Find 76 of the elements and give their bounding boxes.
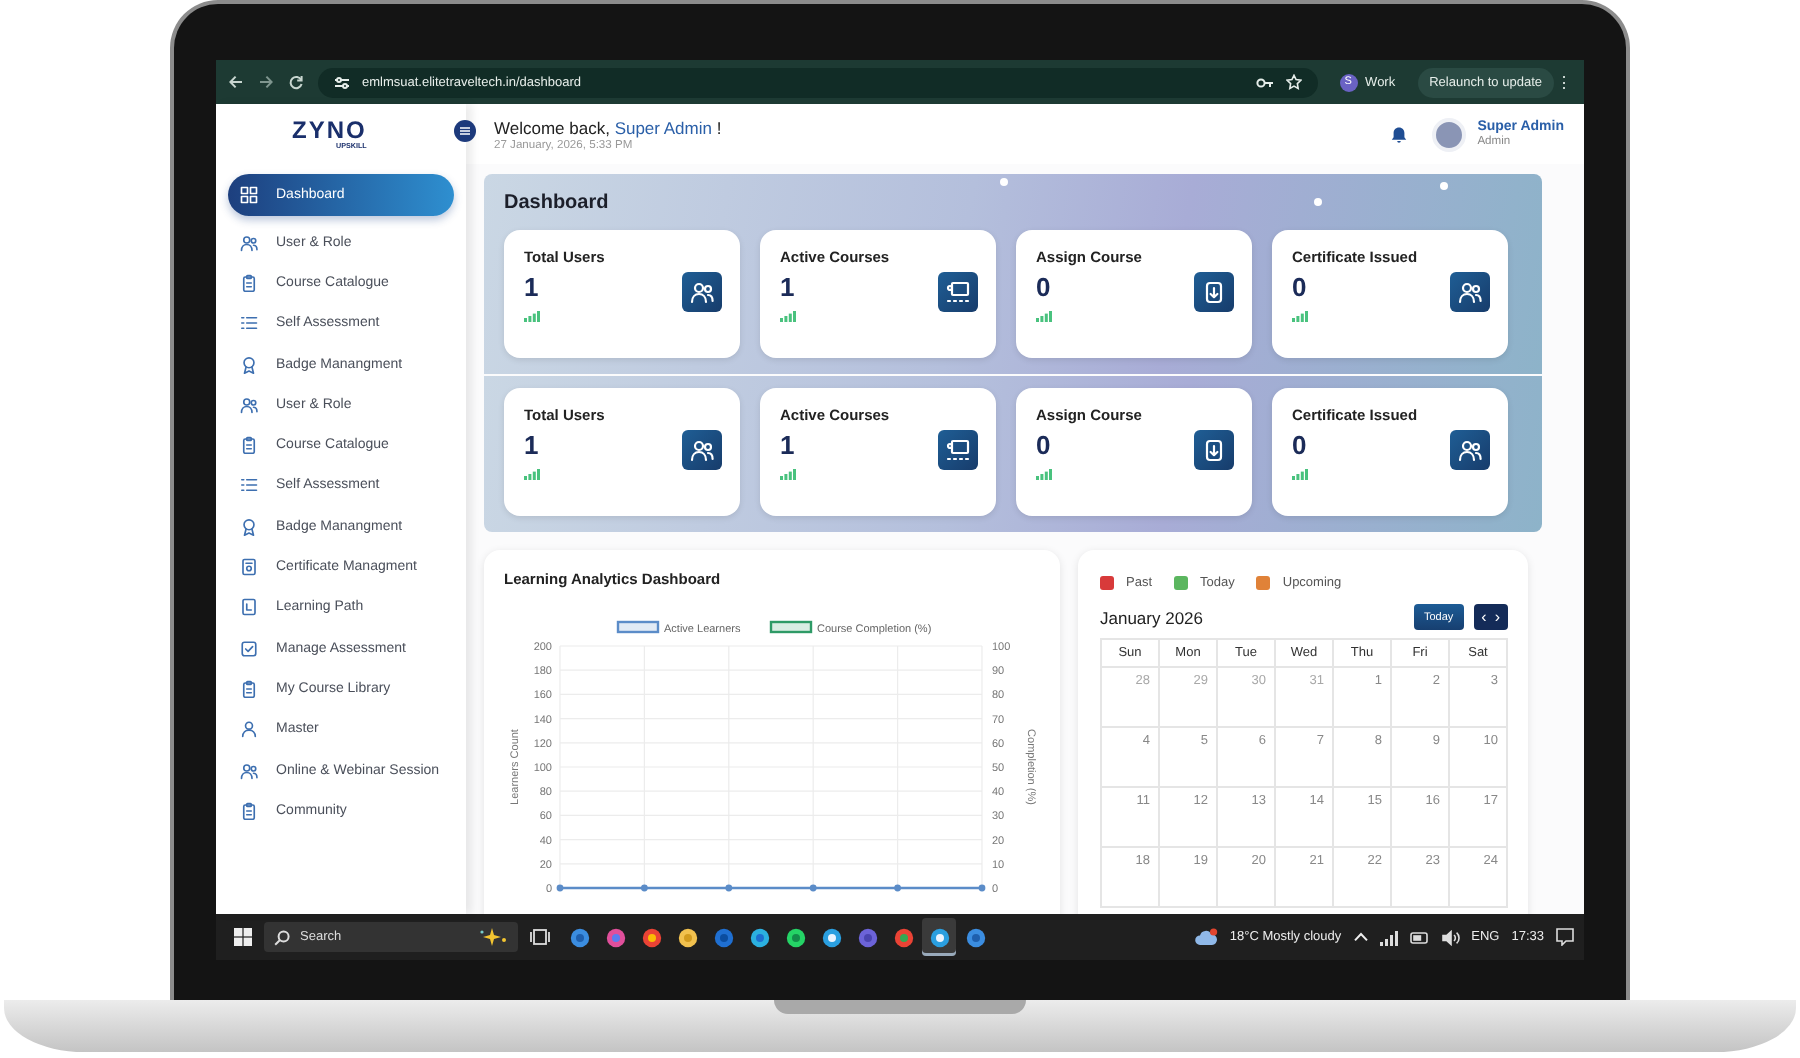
search-icon [274, 929, 290, 945]
menu-button[interactable] [454, 120, 476, 142]
list-icon [240, 476, 258, 495]
people-icon [1450, 272, 1490, 312]
clipboard-icon [240, 679, 258, 698]
data-point [725, 884, 733, 892]
people-icon [682, 272, 722, 312]
data-point [978, 884, 986, 892]
bar-chart-icon [1292, 310, 1308, 322]
download-icon [1194, 272, 1234, 312]
certificate-icon [240, 558, 258, 577]
bell-icon[interactable] [1389, 125, 1408, 143]
key-icon[interactable] [1255, 75, 1274, 89]
reload-icon[interactable] [288, 74, 304, 90]
task-view-icon[interactable] [530, 928, 550, 946]
panel-title: Dashboard [504, 192, 611, 214]
menu-icon[interactable] [460, 126, 470, 136]
bar-chart-icon [524, 468, 540, 480]
clipboard-icon [240, 273, 258, 292]
stat-value: 1 [524, 430, 539, 460]
legend-swatch [616, 620, 660, 634]
data-point [809, 884, 817, 892]
data-point [556, 884, 564, 892]
stat-value: 0 [1036, 430, 1051, 460]
back-icon[interactable] [228, 74, 244, 90]
more-button[interactable]: ⋮ [1556, 73, 1572, 91]
grid-icon [240, 186, 258, 204]
stat-value: 0 [1036, 272, 1051, 302]
stat-value: 1 [524, 272, 539, 302]
people-icon [240, 761, 258, 779]
user-avatar[interactable] [1431, 117, 1466, 151]
tune-icon[interactable] [334, 75, 350, 89]
speaker-icon[interactable] [1441, 929, 1460, 945]
battery-icon[interactable] [1409, 931, 1430, 943]
presentation-icon [938, 430, 978, 470]
logo-text: ZYNO [292, 117, 367, 141]
people-icon [1450, 430, 1490, 470]
sparkle-icon[interactable] [480, 928, 508, 946]
welcome-message: Welcome back, Super Admin ! [494, 117, 724, 137]
data-point [894, 884, 901, 892]
month-title: January 2026 [1100, 607, 1206, 627]
bar-chart-icon [524, 310, 540, 322]
bar-chart-icon [780, 468, 796, 480]
next-button[interactable]: › [1490, 604, 1504, 630]
people-icon [240, 233, 258, 252]
star-icon[interactable] [1285, 74, 1302, 90]
cloud-icon[interactable] [1193, 928, 1218, 946]
chevron-up-icon[interactable] [1353, 932, 1368, 942]
bar-chart-icon [1036, 310, 1052, 322]
stat-value: 1 [780, 430, 795, 460]
book-icon [240, 598, 258, 617]
previous-button[interactable]: ‹ [1477, 604, 1491, 630]
stat-value: 0 [1292, 272, 1307, 302]
legend-swatch [769, 620, 813, 634]
stat-value: 0 [1292, 430, 1307, 460]
bar-chart-icon [1292, 468, 1308, 480]
people-icon [682, 430, 722, 470]
checkbox-icon [240, 639, 258, 658]
medal-icon [240, 355, 258, 374]
medal-icon [240, 517, 258, 536]
presentation-icon [938, 272, 978, 312]
app-icon[interactable] [922, 918, 956, 956]
clipboard-icon [240, 436, 258, 455]
bar-chart-icon [780, 310, 796, 322]
notification-icon[interactable] [1556, 928, 1574, 946]
windows-icon[interactable] [234, 928, 252, 946]
people-icon [240, 395, 258, 414]
download-icon [1194, 430, 1234, 470]
list-icon [240, 314, 258, 333]
network-icon[interactable] [1379, 929, 1398, 945]
person-icon [240, 720, 258, 739]
clipboard-icon [240, 801, 258, 820]
bar-chart-icon [1036, 468, 1052, 480]
data-point [641, 884, 648, 892]
stat-value: 1 [780, 272, 795, 302]
forward-icon[interactable] [258, 74, 274, 90]
